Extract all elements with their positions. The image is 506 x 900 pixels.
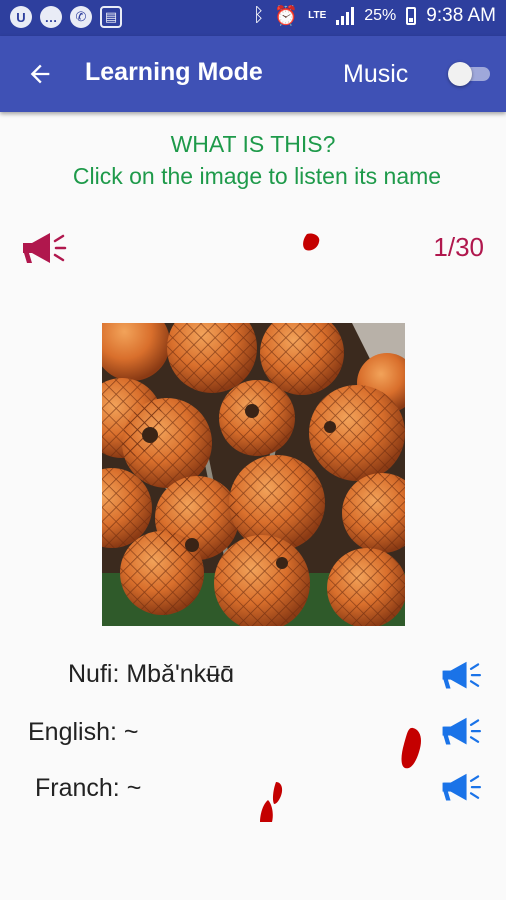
megaphone-icon bbox=[442, 661, 481, 689]
back-arrow-icon[interactable] bbox=[24, 56, 56, 92]
app-notification-icon: U bbox=[10, 6, 32, 28]
battery-percent: 25% bbox=[364, 7, 397, 24]
french-name: Franch: ~ bbox=[35, 774, 142, 802]
store-notification-icon: ▤ bbox=[100, 6, 122, 28]
clock: 9:38 AM bbox=[426, 5, 496, 26]
megaphone-icon bbox=[23, 233, 67, 263]
notification-icons: U … ✆ ▤ bbox=[10, 6, 122, 28]
megaphone-icon bbox=[442, 773, 481, 801]
page-title: Learning Mode bbox=[85, 58, 263, 86]
megaphone-icon bbox=[442, 717, 481, 745]
play-nufi-button[interactable] bbox=[441, 660, 485, 692]
decorative-splash bbox=[260, 782, 283, 822]
system-icons: ᛒ ⏰ LTE 25% 9:38 AM bbox=[253, 4, 496, 28]
toggle-thumb bbox=[448, 62, 472, 86]
play-french-button[interactable] bbox=[441, 772, 485, 804]
play-english-button[interactable] bbox=[441, 716, 485, 748]
nufi-name: Nufi: Mbǎ'nkʉ̄ɑ̄ bbox=[68, 660, 234, 688]
battery-icon bbox=[406, 7, 417, 25]
network-type: LTE bbox=[308, 10, 327, 21]
question-heading: WHAT IS THIS? bbox=[170, 131, 336, 157]
play-sound-button[interactable] bbox=[22, 231, 70, 267]
question-counter: 1/30 bbox=[433, 232, 484, 262]
decorative-splash bbox=[401, 727, 421, 769]
app-bar: Learning Mode Music bbox=[0, 36, 506, 112]
signal-icon bbox=[336, 7, 355, 25]
bluetooth-icon: ᛒ bbox=[253, 5, 265, 26]
whatsapp-notification-icon: ✆ bbox=[70, 6, 92, 28]
decorative-splash bbox=[303, 233, 320, 251]
music-toggle[interactable] bbox=[446, 60, 492, 86]
fruit-image[interactable] bbox=[102, 323, 405, 626]
music-label: Music bbox=[343, 60, 409, 88]
english-name: English: ~ bbox=[28, 718, 139, 746]
message-notification-icon: … bbox=[40, 6, 62, 28]
question-instruction: Click on the image to listen its name bbox=[72, 163, 442, 189]
alarm-icon: ⏰ bbox=[274, 6, 299, 27]
status-bar: U … ✆ ▤ ᛒ ⏰ LTE 25% 9:38 AM bbox=[0, 0, 506, 36]
